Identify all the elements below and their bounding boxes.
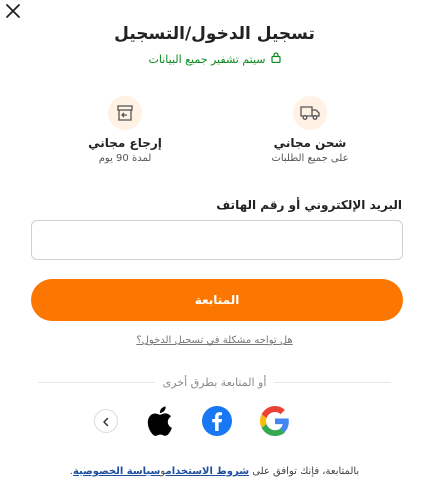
chevron-left-icon [101, 412, 111, 431]
divider-line [37, 382, 155, 383]
facebook-icon[interactable] [198, 401, 236, 441]
email-phone-input[interactable] [31, 220, 403, 260]
google-icon[interactable] [256, 401, 294, 441]
secure-text: سيتم تشفير جميع البيانات [148, 52, 266, 66]
close-icon[interactable] [4, 2, 22, 20]
email-phone-label: البريد الإلكتروني أو رقم الهاتف [216, 198, 402, 212]
continue-button[interactable]: المتابعة [31, 279, 403, 321]
divider-line [274, 382, 391, 383]
benefit-subtitle: على جميع الطلبات [271, 153, 349, 164]
trouble-signing-in-link[interactable]: هل تواجه مشكلة في تسجيل الدخول؟ [0, 335, 429, 346]
terms-notice: بالمتابعة، فإنك توافق على شروط الاستخدام… [0, 466, 429, 477]
lock-icon [270, 52, 281, 66]
benefit-title: شحن مجاني [273, 136, 347, 150]
other-methods-divider: أو المتابعة بطرق أخرى [37, 376, 391, 389]
benefit-title: إرجاع مجاني [88, 136, 162, 150]
return-box-icon [108, 96, 142, 130]
truck-icon [293, 96, 327, 130]
terms-prefix: بالمتابعة، فإنك توافق على [252, 466, 360, 477]
terms-of-use-link[interactable]: شروط الاستخدام [166, 466, 250, 477]
apple-icon[interactable] [140, 401, 178, 441]
more-options-button[interactable] [94, 409, 118, 433]
benefit-free-returns: إرجاع مجاني لمدة 90 يوم [50, 96, 200, 164]
secure-notice: سيتم تشفير جميع البيانات [0, 52, 429, 66]
benefit-free-shipping: شحن مجاني على جميع الطلبات [235, 96, 385, 164]
benefit-subtitle: لمدة 90 يوم [98, 153, 152, 164]
privacy-policy-link[interactable]: سياسة الخصوصية [73, 466, 160, 477]
page-title: تسجيل الدخول/التسجيل [114, 24, 315, 44]
divider-text: أو المتابعة بطرق أخرى [162, 376, 267, 389]
social-login-row [0, 401, 429, 443]
